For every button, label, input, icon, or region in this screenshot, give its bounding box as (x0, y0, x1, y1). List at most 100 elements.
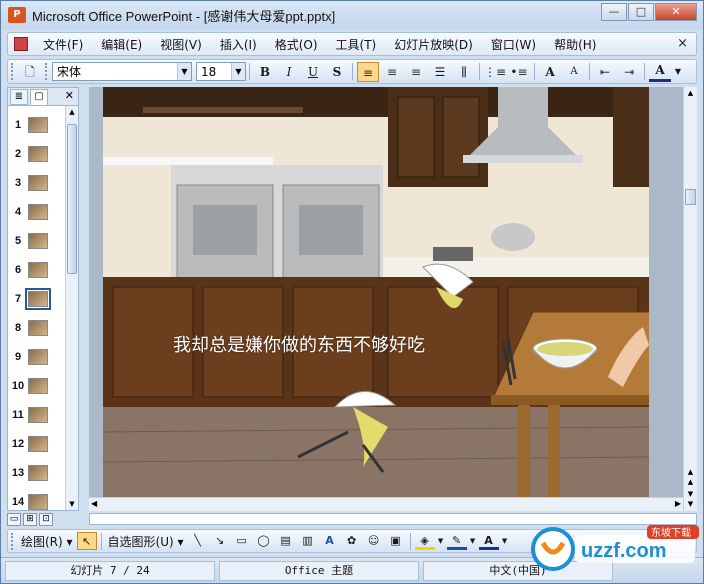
slide-preview-image[interactable] (28, 377, 48, 394)
slide-thumbnail-11[interactable]: 11 (8, 400, 64, 429)
slide-preview-image[interactable] (28, 203, 48, 220)
menu-slideshow[interactable]: 幻灯片放映(D) (385, 36, 482, 53)
vertical-textbox-icon[interactable]: ▥ (298, 532, 318, 550)
bullets-icon[interactable]: •≡ (508, 62, 530, 82)
line-icon[interactable]: ╲ (188, 532, 208, 550)
decrease-indent-icon[interactable]: ⇤ (594, 62, 616, 82)
columns-icon[interactable]: ⫼ (453, 62, 475, 82)
menu-window[interactable]: 窗口(W) (482, 36, 545, 53)
picture-icon[interactable]: ▣ (386, 532, 406, 550)
slide-preview-image[interactable] (28, 116, 48, 133)
scroll-right-icon[interactable]: ▶ (675, 499, 681, 508)
rectangle-icon[interactable]: ▭ (232, 532, 252, 550)
document-close-icon[interactable]: × (677, 36, 688, 51)
scrollbar-thumb[interactable] (67, 124, 77, 274)
bold-button[interactable]: B (254, 62, 276, 82)
menu-file[interactable]: 文件(F) (34, 36, 92, 53)
slide-preview-image[interactable] (28, 319, 48, 336)
slide-preview-image[interactable] (28, 406, 48, 423)
maximize-button[interactable]: □ (628, 3, 654, 21)
menu-edit[interactable]: 编辑(E) (92, 36, 151, 53)
slide-thumbnail-4[interactable]: 4 (8, 197, 64, 226)
fill-color-icon[interactable]: ◈ (414, 532, 435, 550)
align-right-button[interactable]: ≡ (405, 62, 427, 82)
font-name-combo[interactable]: 宋体 ▼ (52, 62, 192, 81)
slide-thumbnail-9[interactable]: 9 (8, 342, 64, 371)
align-center-button[interactable]: ≡ (381, 62, 403, 82)
slide-thumbnail-1[interactable]: 1 (8, 110, 64, 139)
current-slide[interactable]: 我却总是嫌你做的东西不够好吃 (103, 87, 649, 497)
slide-preview-image[interactable] (28, 145, 48, 162)
menu-tools[interactable]: 工具(T) (327, 36, 386, 53)
scroll-up-icon[interactable]: ▲ (684, 87, 697, 99)
draw-menu-button[interactable]: 绘图(R) ▾ (18, 533, 76, 550)
normal-view-icon[interactable]: ▭ (7, 512, 21, 526)
slide-thumbnail-13[interactable]: 13 (8, 458, 64, 487)
powerpoint-app-icon[interactable]: P (8, 7, 26, 23)
document-icon[interactable] (14, 37, 28, 51)
numbering-icon[interactable]: ⋮≡ (484, 62, 506, 82)
sorter-view-icon[interactable]: ⊞ (23, 512, 37, 526)
slide-thumbnail-6[interactable]: 6 (8, 255, 64, 284)
slide-thumbnail-8[interactable]: 8 (8, 313, 64, 342)
tab-slides[interactable]: ▢ (30, 88, 48, 105)
chevron-down-icon[interactable]: ▼ (231, 63, 245, 80)
increase-indent-icon[interactable]: ⇥ (618, 62, 640, 82)
toolbar-grip[interactable] (11, 532, 15, 550)
arrow-icon[interactable]: ↘ (210, 532, 230, 550)
menu-view[interactable]: 视图(V) (151, 36, 211, 53)
oval-icon[interactable]: ◯ (254, 532, 274, 550)
slide-preview-image[interactable] (28, 261, 48, 278)
slideshow-view-icon[interactable]: ⊡ (39, 512, 53, 526)
slides-pane-scrollbar[interactable]: ▲ ▼ (65, 106, 78, 510)
minimize-button[interactable]: — (601, 3, 627, 21)
tab-outline[interactable]: ≣ (10, 88, 28, 105)
chevron-down-icon[interactable]: ▼ (437, 532, 445, 550)
scrollbar-thumb[interactable] (685, 189, 696, 205)
slide-horizontal-scrollbar[interactable]: ◀ ▶ (89, 497, 683, 511)
new-file-icon[interactable]: 🗋 (19, 62, 41, 82)
title-bar[interactable]: P Microsoft Office PowerPoint - [感谢伟大母爱p… (1, 1, 703, 29)
line-color-icon[interactable]: ✎ (446, 532, 467, 550)
font-color-icon[interactable]: A (478, 532, 499, 550)
slide-thumbnail-5[interactable]: 5 (8, 226, 64, 255)
slide-thumbnail-7[interactable]: 7 (8, 284, 64, 313)
italic-button[interactable]: I (278, 62, 300, 82)
slide-caption-text[interactable]: 我却总是嫌你做的东西不够好吃 (173, 331, 425, 357)
menu-help[interactable]: 帮助(H) (545, 36, 605, 53)
scroll-up-icon[interactable]: ▲ (66, 106, 78, 118)
scroll-down-icon[interactable]: ▲ ▲ (684, 467, 697, 487)
chevron-down-icon[interactable]: ▼ (673, 62, 683, 82)
close-icon[interactable]: ✕ (65, 89, 74, 102)
font-size-combo[interactable]: 18 ▼ (196, 62, 246, 81)
select-pointer-icon[interactable]: ↖ (76, 532, 97, 550)
chevron-down-icon[interactable]: ▼ (501, 532, 509, 550)
slide-preview-image[interactable] (28, 493, 48, 510)
slide-preview-image[interactable] (28, 435, 48, 452)
menu-insert[interactable]: 插入(I) (211, 36, 266, 53)
close-button[interactable]: ✕ (655, 3, 697, 21)
next-slide-icon[interactable]: ▼ ▼ (684, 489, 697, 509)
clipart-icon[interactable]: ☺ (364, 532, 384, 550)
wordart-icon[interactable]: A (320, 532, 340, 550)
slide-preview-image[interactable] (28, 174, 48, 191)
align-left-button[interactable]: ≡ (357, 61, 379, 82)
slide-preview-image[interactable] (25, 287, 51, 310)
slide-preview-image[interactable] (28, 464, 48, 481)
slide-preview-image[interactable] (28, 348, 48, 365)
shadow-button[interactable]: S (326, 62, 348, 82)
decrease-font-button[interactable]: A (563, 62, 585, 82)
font-color-button[interactable]: A (649, 62, 671, 82)
slide-thumbnail-10[interactable]: 10 (8, 371, 64, 400)
textbox-icon[interactable]: ▤ (276, 532, 296, 550)
autoshapes-menu-button[interactable]: 自选图形(U) ▾ (105, 533, 187, 550)
slide-thumbnail-12[interactable]: 12 (8, 429, 64, 458)
underline-button[interactable]: U (302, 62, 324, 82)
diagram-icon[interactable]: ✿ (342, 532, 362, 550)
scroll-left-icon[interactable]: ◀ (91, 499, 97, 508)
distribute-icon[interactable]: ☰ (429, 62, 451, 82)
slide-thumbnail-2[interactable]: 2 (8, 139, 64, 168)
scroll-down-icon[interactable]: ▼ (66, 498, 78, 510)
slide-thumbnail-3[interactable]: 3 (8, 168, 64, 197)
menu-format[interactable]: 格式(O) (266, 36, 327, 53)
